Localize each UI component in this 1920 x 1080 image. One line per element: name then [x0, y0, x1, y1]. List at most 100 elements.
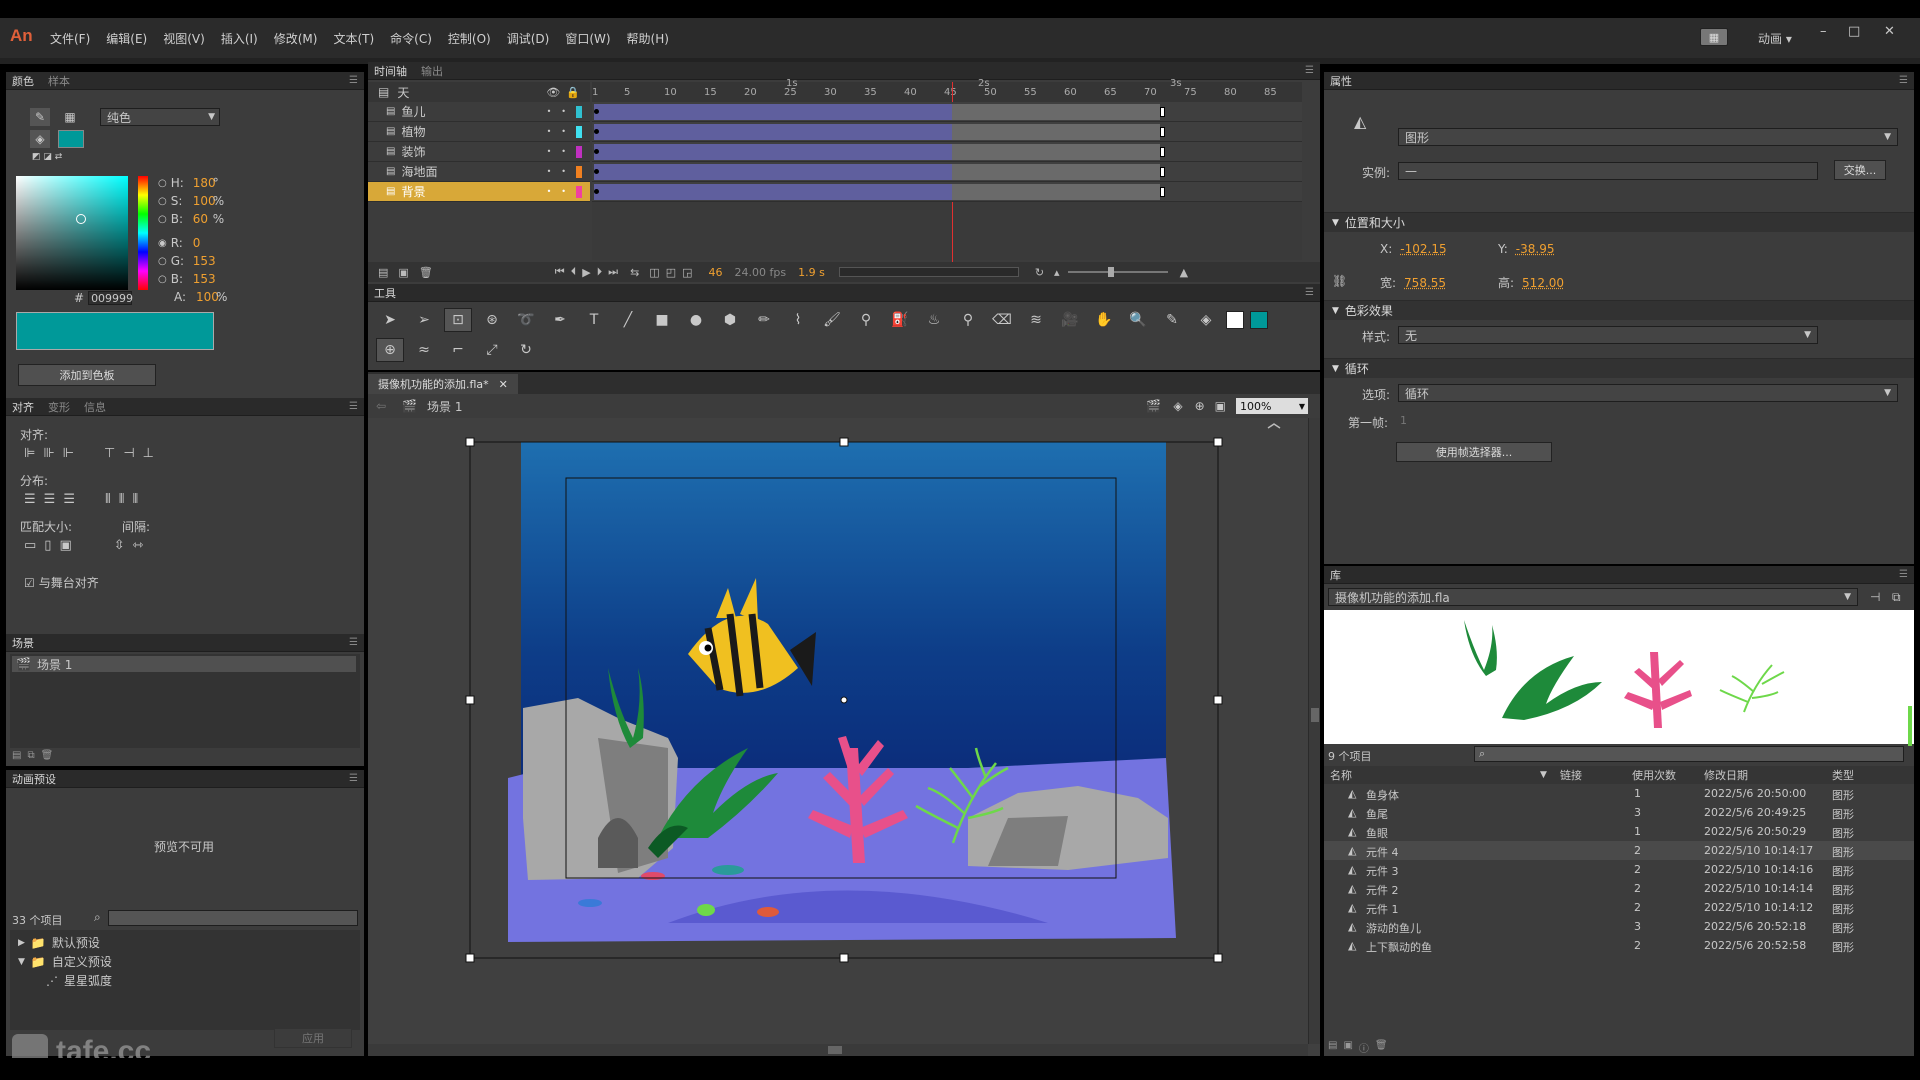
step-back-icon[interactable]: ⏴ [571, 265, 577, 279]
tween-span[interactable] [594, 104, 952, 120]
match-both-icon[interactable]: ▣ [59, 538, 71, 553]
layer-row[interactable]: ▤ 植物 • • [368, 122, 590, 142]
layer-row[interactable]: ▤ 鱼儿 • • [368, 102, 590, 122]
new-folder-icon[interactable]: ▣ [398, 266, 408, 279]
eraser-icon[interactable]: ⌫ [988, 308, 1016, 332]
width-value[interactable]: 758.55 [1404, 276, 1446, 290]
panel-menu-icon[interactable]: ☰ [1899, 75, 1908, 86]
preset-search-input[interactable] [108, 910, 358, 926]
tab-info[interactable]: 信息 [84, 399, 106, 415]
frame-span[interactable] [952, 104, 1160, 120]
stroke-color-swatch[interactable] [1226, 311, 1244, 329]
distribute-vcenter-icon[interactable]: ☰ [44, 492, 56, 507]
col-date[interactable]: 修改日期 [1704, 767, 1748, 783]
col-uses[interactable]: 使用次数 [1632, 767, 1676, 783]
pen-icon[interactable]: ✒ [546, 308, 574, 332]
color-saturation-field[interactable] [16, 176, 128, 290]
radio-icon[interactable]: ○ [158, 196, 167, 207]
menu-item[interactable]: 调试(D) [507, 30, 550, 47]
chevron-right-icon[interactable]: ▶ [18, 938, 25, 948]
scale-icon[interactable]: ⤢ [478, 338, 506, 362]
align-vcenter-icon[interactable]: ⊣ [123, 446, 134, 461]
rgb-value[interactable]: 153 [193, 254, 216, 268]
panel-menu-icon[interactable]: ☰ [349, 75, 358, 86]
library-item[interactable]: ◭ 鱼尾 3 2022/5/6 20:49:25 图形 [1324, 803, 1914, 822]
layer-frames[interactable] [592, 182, 1302, 202]
eyedropper-icon[interactable]: ⚲ [954, 308, 982, 332]
end-frame-marker[interactable] [1160, 187, 1165, 197]
end-frame-marker[interactable] [1160, 167, 1165, 177]
properties-icon[interactable]: ⓘ [1359, 1040, 1369, 1055]
subselect-icon[interactable]: ➢ [410, 308, 438, 332]
add-scene-icon[interactable]: ▤ [12, 750, 21, 761]
workspace-icon[interactable]: ▦ [1700, 28, 1728, 46]
loop-section[interactable]: ▼ 循环 [1324, 358, 1914, 378]
layer-row[interactable]: ▤ 背景 • • [368, 182, 590, 202]
frame-picker-button[interactable]: 使用帧选择器... [1396, 442, 1552, 462]
window-minimize-button[interactable]: – [1820, 24, 1827, 39]
tab-timeline[interactable]: 时间轴 [374, 63, 407, 79]
library-item[interactable]: ◭ 鱼身体 1 2022/5/6 20:50:00 图形 [1324, 784, 1914, 803]
layer-visibility-dot[interactable]: • [547, 187, 552, 196]
tween-span[interactable] [594, 124, 952, 140]
panel-menu-icon[interactable]: ☰ [349, 401, 358, 412]
scene-list-item[interactable]: 🎬 场景 1 [12, 656, 356, 672]
zoom-icon[interactable]: 🔍 [1124, 308, 1152, 332]
keyframe-marker[interactable] [594, 149, 599, 154]
back-arrow-icon[interactable]: ⇦ [376, 399, 386, 413]
library-item[interactable]: ◭ 元件 3 2 2022/5/10 10:14:16 图形 [1324, 860, 1914, 879]
distribute-top-icon[interactable]: ☰ [24, 492, 36, 507]
duplicate-scene-icon[interactable]: ⧉ [27, 750, 34, 761]
window-close-button[interactable]: ✕ [1884, 24, 1895, 39]
panel-menu-icon[interactable]: ☰ [1899, 569, 1908, 580]
match-height-icon[interactable]: ▯ [44, 538, 51, 553]
stage-canvas[interactable] [368, 418, 1320, 1044]
fill-swatch[interactable] [58, 130, 84, 148]
end-frame-marker[interactable] [1160, 107, 1165, 117]
layer-visibility-dot[interactable]: • [547, 167, 552, 176]
slider-thumb[interactable] [1107, 267, 1114, 277]
instance-name-field[interactable]: — [1398, 162, 1818, 180]
layer-outline-swatch[interactable] [576, 145, 582, 158]
time-display[interactable]: 1.9 s [798, 266, 825, 279]
current-frame-display[interactable]: 46 [709, 266, 723, 279]
delete-layer-icon[interactable]: 🗑 [419, 266, 433, 279]
height-value[interactable]: 512.00 [1522, 276, 1564, 290]
tab-transform[interactable]: 变形 [48, 399, 70, 415]
center-stage-icon[interactable]: ⊕ [1195, 399, 1205, 413]
lock-ratio-icon[interactable]: ⛓ [1332, 274, 1347, 288]
pin-icon[interactable]: ⊣ [1870, 590, 1880, 604]
library-item[interactable]: ◭ 游动的鱼儿 3 2022/5/6 20:52:18 图形 [1324, 917, 1914, 936]
layer-lock-dot[interactable]: • [561, 127, 566, 136]
fill-color-swatch[interactable] [1250, 311, 1268, 329]
onion-outline-icon[interactable]: ◰ [666, 266, 676, 279]
tween-span[interactable] [594, 184, 952, 200]
timeline-scrollbar[interactable] [838, 267, 1019, 277]
first-frame-icon[interactable]: ⏮ [555, 265, 565, 279]
panel-menu-icon[interactable]: ☰ [349, 637, 358, 648]
add-to-swatches-button[interactable]: 添加到色板 [18, 364, 156, 386]
stage-vertical-scrollbar[interactable] [1308, 418, 1320, 1044]
alpha-value[interactable]: 100 [196, 290, 219, 304]
align-to-stage-checkbox[interactable]: ☑ [24, 576, 35, 590]
delete-icon[interactable]: 🗑 [1375, 1040, 1388, 1055]
paint-bucket-icon[interactable]: ⛽ [886, 308, 914, 332]
menu-item[interactable]: 插入(I) [221, 30, 258, 47]
edit-scene-icon[interactable]: 🎬 [1146, 399, 1161, 413]
tween-span[interactable] [594, 144, 952, 160]
window-maximize-button[interactable]: □ [1848, 24, 1860, 39]
scroll-thumb[interactable] [828, 1046, 842, 1054]
layer-frames[interactable] [592, 122, 1302, 142]
layer-lock-dot[interactable]: • [561, 147, 566, 156]
symbol-type-select[interactable]: 图形 ▼ [1398, 128, 1898, 146]
hue-slider[interactable] [138, 176, 148, 290]
delete-scene-icon[interactable]: 🗑 [41, 750, 54, 761]
keyframe-marker[interactable] [594, 169, 599, 174]
layer-lock-dot[interactable]: • [561, 187, 566, 196]
stroke-pencil-icon[interactable]: ✎ [30, 108, 50, 126]
hex-input[interactable]: 009999 [88, 291, 133, 305]
stage-horizontal-scrollbar[interactable] [368, 1044, 1308, 1056]
oval-icon[interactable]: ● [682, 308, 710, 332]
keyframe-marker[interactable] [594, 129, 599, 134]
width-icon[interactable]: ≋ [1022, 308, 1050, 332]
